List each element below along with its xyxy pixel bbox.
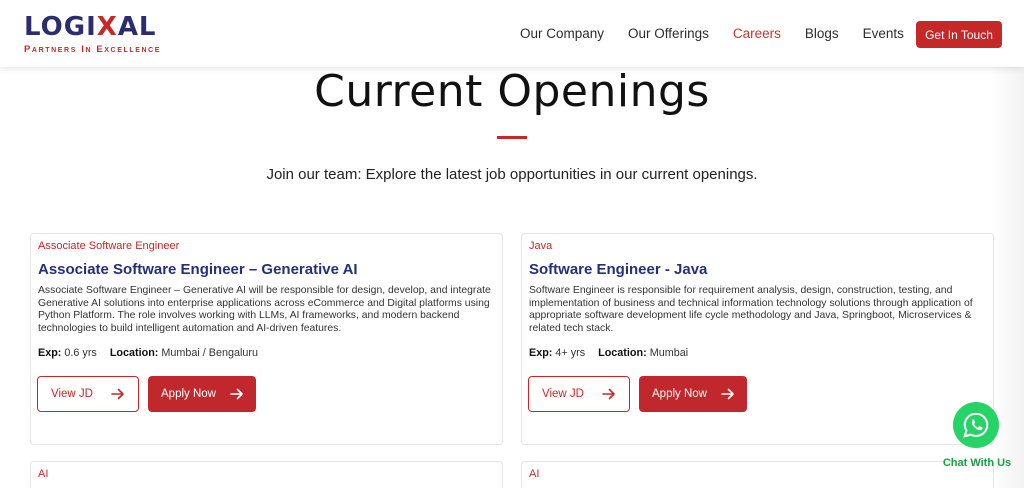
view-jd-button[interactable]: View JD [37,376,139,412]
job-description: Associate Software Engineer – Generative… [38,285,491,334]
location-label: Location: [598,347,647,360]
job-card: Java Software Engineer - Java Software E… [521,233,994,445]
main-nav: Our Company Our Offerings Careers Blogs … [520,0,928,67]
nav-blogs[interactable]: Blogs [805,26,839,41]
get-in-touch-button[interactable]: Get In Touch [916,21,1002,48]
location-label: Location: [109,347,159,360]
job-actions: View JD Apply Now [37,376,256,412]
logo[interactable]: LOGI X AL Partners In Excellence [24,14,194,58]
apply-now-label: Apply Now [161,388,216,400]
exp-value: 0.6 yrs [64,347,97,360]
nav-events[interactable]: Events [863,26,904,41]
job-title[interactable]: Software Engineer - Java [529,261,986,279]
nav-careers[interactable]: Careers [733,26,781,41]
whatsapp-chat-button[interactable] [953,402,999,448]
job-actions: View JD Apply Now [528,376,747,412]
nav-our-offerings[interactable]: Our Offerings [628,26,709,41]
job-card: AI [30,461,503,488]
nav-our-company[interactable]: Our Company [520,26,604,41]
site-header: LOGI X AL Partners In Excellence Our Compa… [0,0,1024,67]
whatsapp-icon [963,412,989,438]
chat-with-us-label[interactable]: Chat With Us [940,457,1014,469]
apply-now-button[interactable]: Apply Now [639,376,747,412]
page-subtitle: Join our team: Explore the latest job op… [266,166,758,183]
job-category: Java [529,240,553,252]
arrow-right-icon [721,388,734,400]
page-title: Current Openings [314,66,710,117]
location-value: Mumbai / Bengaluru [161,347,259,360]
job-category: Associate Software Engineer [38,240,180,252]
logo-tagline: Partners In Excellence [24,44,162,55]
arrow-right-icon [111,388,124,400]
view-jd-label: View JD [542,388,584,400]
job-card: AI [521,461,994,488]
exp-value: 4+ yrs [555,347,586,360]
view-jd-label: View JD [51,388,93,400]
job-meta: Exp: 4+ yrs Location: Mumbai [529,347,986,360]
job-meta: Exp: 0.6 yrs Location: Mumbai / Bengalur… [38,347,495,360]
apply-now-button[interactable]: Apply Now [148,376,256,412]
job-title[interactable]: Associate Software Engineer – Generative… [38,261,495,279]
exp-label: Exp: [529,347,553,360]
title-divider [497,136,527,139]
view-jd-button[interactable]: View JD [528,376,630,412]
job-category: AI [38,468,49,480]
job-description: Software Engineer is responsible for req… [529,285,973,334]
apply-now-label: Apply Now [652,388,707,400]
arrow-right-icon [230,388,243,400]
location-value: Mumbai [649,347,689,360]
logo-wordmark: LOGI X AL [24,12,157,42]
arrow-right-icon [602,388,615,400]
job-category: AI [529,468,540,480]
logo-x-mark: X [96,12,118,42]
job-card: Associate Software Engineer Associate So… [30,233,503,445]
exp-label: Exp: [38,347,62,360]
